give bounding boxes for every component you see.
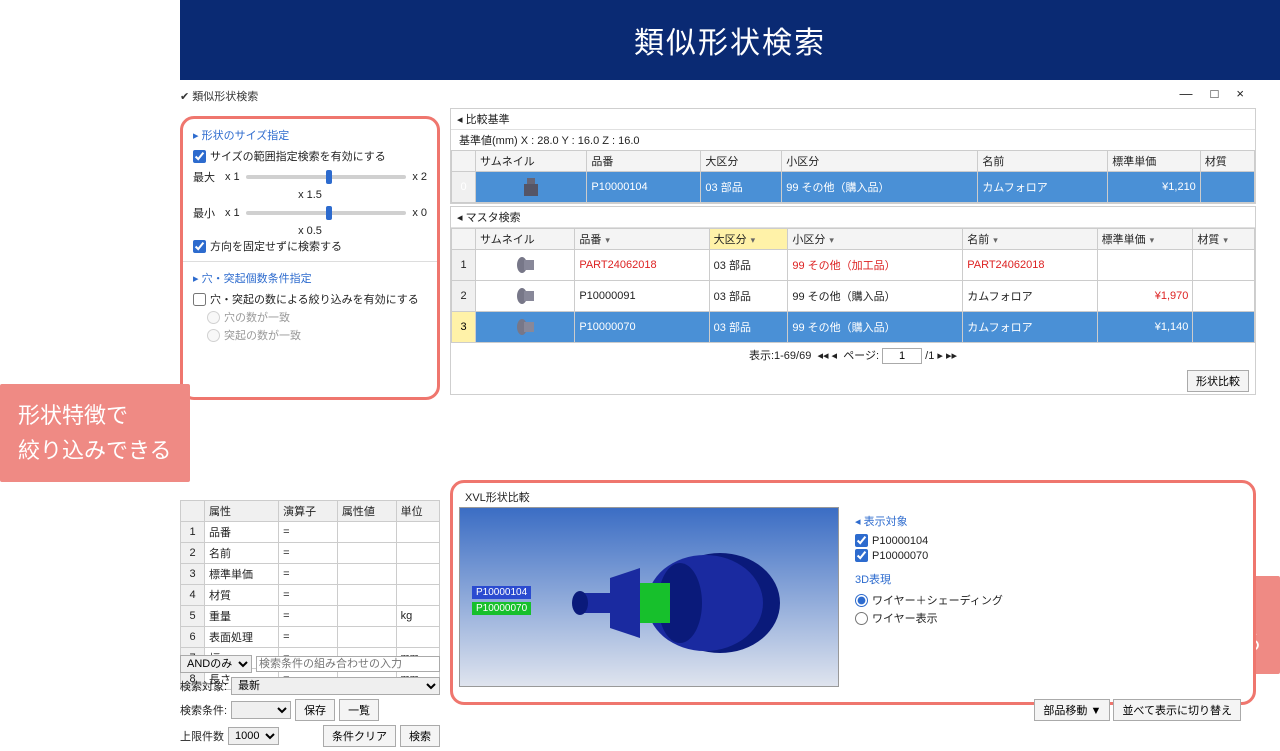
size-spec-title: ▸ 形状のサイズ指定 <box>193 125 427 147</box>
maximize-icon[interactable]: □ <box>1211 86 1219 101</box>
master-search-panel: ◂ マスタ検索 サムネイル品番▾大区分▾小区分▾名前▾標準単価▾材質▾ 1PAR… <box>450 206 1256 395</box>
clear-button[interactable]: 条件クリア <box>323 725 396 747</box>
enable-range-label: サイズの範囲指定検索を有効にする <box>210 148 386 164</box>
target-select[interactable]: 最新 <box>231 677 440 695</box>
hole-match-radio <box>207 311 220 324</box>
xvl-compare-panel: XVL形状比較 P10000104 P10000070 ◂ 表示対象 P1000… <box>450 480 1256 705</box>
part-badge-1: P10000104 <box>472 586 531 599</box>
min-slider-row: 最小 x 1 x 0 <box>193 205 427 221</box>
protrusion-match-radio <box>207 329 220 342</box>
wire-shade-radio[interactable] <box>855 594 868 607</box>
limit-select[interactable]: 1000 <box>228 727 279 745</box>
reference-panel: ◂ 比較基準 基準値(mm) X : 28.0 Y : 16.0 Z : 16.… <box>450 108 1256 204</box>
list-button[interactable]: 一覧 <box>339 699 379 721</box>
page-banner: 類似形状検索 <box>180 0 1280 80</box>
max-slider[interactable] <box>246 175 407 179</box>
min-slider[interactable] <box>246 211 407 215</box>
condition-input[interactable] <box>256 656 440 672</box>
part-badge-2: P10000070 <box>472 602 531 615</box>
switch-view-button[interactable]: 並べて表示に切り替え <box>1113 699 1241 721</box>
enable-hole-check[interactable] <box>193 293 206 306</box>
hole-panel-title: ▸ 穴・突起個数条件指定 <box>193 268 427 290</box>
attr-row[interactable]: 1品番= <box>181 522 440 543</box>
wire-radio[interactable] <box>855 612 868 625</box>
enable-range-check[interactable] <box>193 150 206 163</box>
attr-row[interactable]: 4材質= <box>181 585 440 606</box>
attr-row[interactable]: 5重量=kg <box>181 606 440 627</box>
page-input[interactable] <box>882 348 922 364</box>
target-2-check[interactable] <box>855 549 868 562</box>
fix-direction-check[interactable] <box>193 240 206 253</box>
master-row[interactable]: 2P1000009103 部品99 その他（購入品）カムフォロア¥1,970 <box>452 281 1255 312</box>
reference-row[interactable]: 0 P1000010403 部品99 その他（購入品）カムフォロア¥1,210 <box>452 172 1255 203</box>
save-button[interactable]: 保存 <box>295 699 335 721</box>
attr-row[interactable]: 6表面処理= <box>181 627 440 648</box>
logic-select[interactable]: ANDのみ <box>180 655 252 673</box>
max-slider-row: 最大 x 1 x 2 <box>193 169 427 185</box>
window-buttons: — □ × <box>1180 86 1244 101</box>
search-button[interactable]: 検索 <box>400 725 440 747</box>
master-row[interactable]: 1PART2406201803 部品99 その他（加工品）PART2406201… <box>452 250 1255 281</box>
minimize-icon[interactable]: — <box>1180 86 1193 101</box>
callout-filter: 形状特徴で 絞り込みできる <box>0 384 190 482</box>
attr-row[interactable]: 3標準単価= <box>181 564 440 585</box>
size-filter-panel: ▸ 形状のサイズ指定 サイズの範囲指定検索を有効にする 最大 x 1 x 2 x… <box>180 116 440 400</box>
window-title: ✔ 類似形状検索 <box>180 88 1244 108</box>
3d-viewer[interactable]: P10000104 P10000070 <box>459 507 839 687</box>
shape-compare-button[interactable]: 形状比較 <box>1187 370 1249 392</box>
master-row[interactable]: 3P1000007003 部品99 その他（購入品）カムフォロア¥1,140 <box>452 312 1255 343</box>
target-1-check[interactable] <box>855 534 868 547</box>
close-icon[interactable]: × <box>1236 86 1244 101</box>
attr-row[interactable]: 2名前= <box>181 543 440 564</box>
move-parts-button[interactable]: 部品移動 ▼ <box>1034 699 1110 721</box>
search-controls: ANDのみ 検索対象:最新 検索条件:保存一覧 上限件数1000条件クリア検索 <box>180 655 440 751</box>
pagination: 表示:1-69/69 ◂◂ ◂ ページ: /1 ▸ ▸▸ <box>451 343 1255 368</box>
cond-select[interactable] <box>231 701 291 719</box>
